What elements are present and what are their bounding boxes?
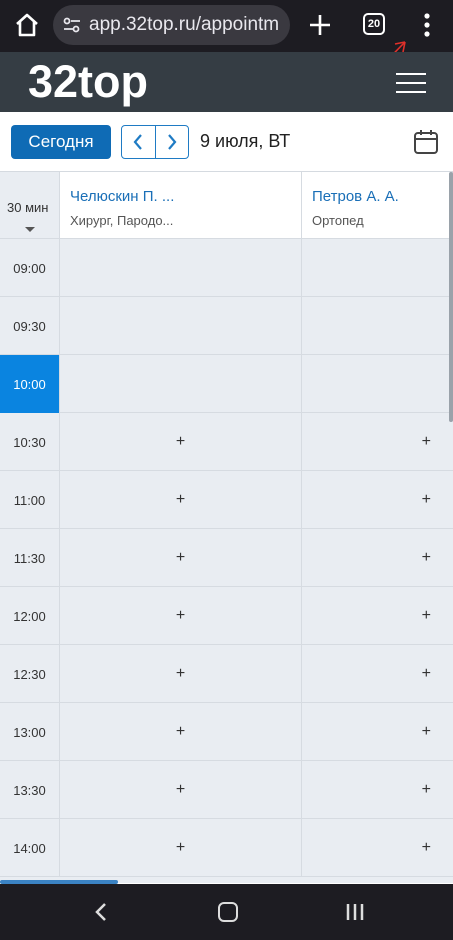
- slot-cell[interactable]: [302, 355, 453, 413]
- time-slot-row: 13:30 + +: [0, 761, 453, 819]
- slot-cell[interactable]: [302, 239, 453, 297]
- schedule-grid: 30 мин Челюскин П. ... Хирург, Пародо...…: [0, 171, 453, 883]
- chevron-right-icon: [167, 134, 177, 150]
- slot-cell[interactable]: [60, 355, 302, 413]
- slot-cell[interactable]: [302, 297, 453, 355]
- time-label: 12:30: [0, 645, 60, 703]
- time-slot-row: 09:00: [0, 239, 453, 297]
- vertical-scrollbar[interactable]: [449, 172, 453, 422]
- add-appointment-button[interactable]: +: [302, 761, 453, 819]
- time-slot-row: 14:00 + +: [0, 819, 453, 877]
- calendar-icon[interactable]: [413, 129, 439, 155]
- site-settings-icon[interactable]: [61, 14, 83, 36]
- time-slot-row: 12:30 + +: [0, 645, 453, 703]
- doctor-specialty: Ортопед: [312, 213, 364, 228]
- add-appointment-button[interactable]: +: [60, 703, 302, 761]
- url-text: app.32top.ru/appointm: [89, 14, 280, 35]
- site-logo[interactable]: 32top: [28, 53, 148, 111]
- time-slot-row: 11:30 + +: [0, 529, 453, 587]
- time-slot-row: 09:30: [0, 297, 453, 355]
- time-label: 14:00: [0, 819, 60, 877]
- add-appointment-button[interactable]: +: [302, 645, 453, 703]
- recent-apps-icon[interactable]: [345, 903, 365, 921]
- add-appointment-button[interactable]: +: [302, 529, 453, 587]
- site-header: 32top: [0, 52, 453, 112]
- caret-down-icon: [25, 227, 35, 232]
- current-date: 9 июля, ВТ: [200, 131, 291, 151]
- time-label: 13:30: [0, 761, 60, 819]
- add-appointment-button[interactable]: +: [302, 587, 453, 645]
- time-slot-row: 10:00: [0, 355, 453, 413]
- more-options-icon[interactable]: [416, 11, 438, 39]
- doctor-specialty: Хирург, Пародо...: [70, 213, 174, 228]
- time-slot-row: 13:00 + +: [0, 703, 453, 761]
- new-tab-icon[interactable]: [306, 11, 334, 39]
- next-day-button[interactable]: [154, 126, 189, 158]
- time-label: 09:30: [0, 297, 60, 355]
- slot-cell[interactable]: [60, 239, 302, 297]
- time-label: 09:00: [0, 239, 60, 297]
- doctor-column-header[interactable]: Петров А. А. Ортопед: [302, 172, 453, 239]
- slot-cell[interactable]: [60, 297, 302, 355]
- hamburger-menu-icon[interactable]: [396, 73, 426, 95]
- add-appointment-button[interactable]: +: [60, 529, 302, 587]
- time-label: 11:00: [0, 471, 60, 529]
- home-nav-icon[interactable]: [218, 902, 238, 922]
- time-slot-row: 12:00 + +: [0, 587, 453, 645]
- time-label: 13:00: [0, 703, 60, 761]
- add-appointment-button[interactable]: +: [60, 587, 302, 645]
- current-time-label: 10:00: [0, 355, 60, 413]
- home-icon[interactable]: [12, 10, 42, 40]
- add-appointment-button[interactable]: +: [60, 761, 302, 819]
- add-appointment-button[interactable]: +: [302, 471, 453, 529]
- add-appointment-button[interactable]: +: [60, 413, 302, 471]
- interval-label: 30 мин: [7, 200, 49, 215]
- today-button[interactable]: Сегодня: [11, 125, 111, 159]
- address-bar[interactable]: app.32top.ru/appointm: [53, 5, 290, 45]
- time-label: 12:00: [0, 587, 60, 645]
- time-slot-row: 10:30 + +: [0, 413, 453, 471]
- calendar-toolbar: Сегодня 9 июля, ВТ: [0, 112, 453, 170]
- add-appointment-button[interactable]: +: [302, 819, 453, 877]
- system-navigation-bar: [0, 884, 453, 940]
- time-slot-row: 11:00 + +: [0, 471, 453, 529]
- add-appointment-button[interactable]: +: [60, 645, 302, 703]
- time-label: 10:30: [0, 413, 60, 471]
- back-icon[interactable]: [92, 902, 110, 922]
- doctor-name[interactable]: Челюскин П. ...: [70, 188, 174, 205]
- add-appointment-button[interactable]: +: [302, 703, 453, 761]
- interval-header[interactable]: 30 мин: [0, 172, 60, 239]
- add-appointment-button[interactable]: +: [60, 471, 302, 529]
- time-label: 11:30: [0, 529, 60, 587]
- date-navigation: [121, 125, 189, 159]
- doctor-name[interactable]: Петров А. А.: [312, 188, 399, 205]
- chevron-left-icon: [133, 134, 143, 150]
- add-appointment-button[interactable]: +: [60, 819, 302, 877]
- doctor-column-header[interactable]: Челюскин П. ... Хирург, Пародо...: [60, 172, 302, 239]
- prev-day-button[interactable]: [122, 126, 155, 158]
- add-appointment-button[interactable]: +: [302, 413, 453, 471]
